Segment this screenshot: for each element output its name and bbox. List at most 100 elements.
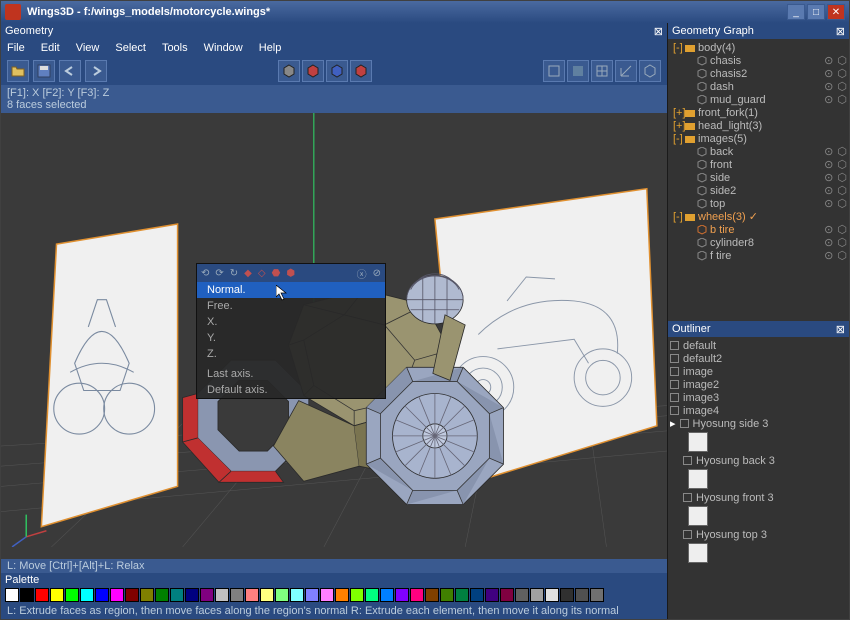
tree-row[interactable]: [-]images(5) (670, 132, 847, 145)
viewport[interactable]: x (1, 113, 667, 559)
ctx-undo-icon[interactable]: ⟲ (201, 268, 209, 279)
maximize-button[interactable]: □ (807, 4, 825, 20)
workmode-button[interactable] (543, 60, 565, 82)
tree-visibility-icons[interactable]: ⊙⬡ (824, 158, 847, 171)
open-button[interactable] (7, 60, 29, 82)
tree-row[interactable]: mud_guard⊙⬡ (670, 93, 847, 106)
tree-row[interactable]: cylinder8⊙⬡ (670, 236, 847, 249)
palette-swatch[interactable] (110, 588, 124, 602)
ctx-vertex-icon[interactable]: ◆ (244, 268, 252, 279)
palette-swatch[interactable] (320, 588, 334, 602)
tree-row[interactable]: chasis2⊙⬡ (670, 67, 847, 80)
menu-tools[interactable]: Tools (162, 42, 188, 54)
tree-visibility-icons[interactable]: ⊙⬡ (824, 93, 847, 106)
tree-row[interactable]: f tire⊙⬡ (670, 249, 847, 262)
titlebar[interactable]: Wings3D - f:/wings_models/motorcycle.win… (1, 1, 849, 23)
geometry-header[interactable]: Geometry ⊠ (1, 23, 667, 39)
outliner-row[interactable]: image4 (670, 404, 847, 417)
menu-window[interactable]: Window (204, 42, 243, 54)
grid-button[interactable] (591, 60, 613, 82)
palette-swatch[interactable] (530, 588, 544, 602)
palette-swatch[interactable] (35, 588, 49, 602)
tree-row[interactable]: top⊙⬡ (670, 197, 847, 210)
outliner-thumb-row[interactable] (670, 504, 847, 528)
selmode-button-3[interactable] (350, 60, 372, 82)
palette-swatch[interactable] (200, 588, 214, 602)
ctx-redo-icon[interactable]: ⟳ (215, 268, 223, 279)
tree-row[interactable]: side⊙⬡ (670, 171, 847, 184)
outliner-close-icon[interactable]: ⊠ (836, 323, 845, 336)
palette-swatch[interactable] (515, 588, 529, 602)
palette-swatch[interactable] (275, 588, 289, 602)
tree-visibility-icons[interactable]: ⊙⬡ (824, 145, 847, 158)
ctx-edge-icon[interactable]: ◇ (258, 268, 266, 279)
save-button[interactable] (33, 60, 55, 82)
geometry-graph[interactable]: [-]body(4)chasis⊙⬡chasis2⊙⬡dash⊙⬡mud_gua… (668, 39, 849, 321)
palette-swatch[interactable] (380, 588, 394, 602)
palette-swatch[interactable] (95, 588, 109, 602)
ctx-face-icon[interactable]: ⬣ (272, 268, 281, 279)
ctx-item[interactable]: Z. (197, 346, 385, 362)
ctx-item[interactable]: Normal. (197, 282, 385, 298)
palette-swatch[interactable] (500, 588, 514, 602)
palette-swatch[interactable] (575, 588, 589, 602)
outliner-row[interactable]: Hyosung back 3 (670, 454, 847, 467)
tree-row[interactable]: b tire⊙⬡ (670, 223, 847, 236)
palette-swatch[interactable] (455, 588, 469, 602)
palette-header[interactable]: Palette (1, 573, 667, 587)
palette-swatch[interactable] (5, 588, 19, 602)
tree-row[interactable]: [-]wheels(3) ✓ (670, 210, 847, 223)
ctx-x-icon[interactable]: ⓧ (357, 266, 367, 281)
outliner-row[interactable]: image2 (670, 378, 847, 391)
ctx-repeat-icon[interactable]: ↻ (230, 268, 238, 279)
flatshade-button[interactable] (567, 60, 589, 82)
palette-swatch[interactable] (545, 588, 559, 602)
tree-row[interactable]: front⊙⬡ (670, 158, 847, 171)
tree-row[interactable]: dash⊙⬡ (670, 80, 847, 93)
menu-edit[interactable]: Edit (41, 42, 60, 54)
outliner-thumb-row[interactable] (670, 541, 847, 565)
outliner-header[interactable]: Outliner ⊠ (668, 321, 849, 337)
undo-button[interactable] (59, 60, 81, 82)
menu-file[interactable]: File (7, 42, 25, 54)
ctx-item[interactable]: X. (197, 314, 385, 330)
palette-swatch[interactable] (440, 588, 454, 602)
tree-row[interactable]: [+]front_fork(1) (670, 106, 847, 119)
tree-visibility-icons[interactable]: ⊙⬡ (824, 171, 847, 184)
ctx-item[interactable]: Y. (197, 330, 385, 346)
tree-row[interactable]: back⊙⬡ (670, 145, 847, 158)
minimize-button[interactable]: _ (787, 4, 805, 20)
outliner-thumb-row[interactable] (670, 430, 847, 454)
palette-swatch[interactable] (245, 588, 259, 602)
palette-swatch[interactable] (185, 588, 199, 602)
tree-visibility-icons[interactable]: ⊙⬡ (824, 184, 847, 197)
ctx-item[interactable]: Last axis. (197, 366, 385, 382)
outliner-row[interactable]: image3 (670, 391, 847, 404)
palette-swatch[interactable] (140, 588, 154, 602)
persp-button[interactable] (639, 60, 661, 82)
outliner[interactable]: defaultdefault2imageimage2image3image4▸H… (668, 337, 849, 619)
palette-swatch[interactable] (215, 588, 229, 602)
selmode-button-2[interactable] (326, 60, 348, 82)
menu-select[interactable]: Select (115, 42, 146, 54)
palette-swatch[interactable] (80, 588, 94, 602)
palette-swatch[interactable] (155, 588, 169, 602)
tree-visibility-icons[interactable]: ⊙⬡ (824, 67, 847, 80)
outliner-row[interactable]: Hyosung top 3 (670, 528, 847, 541)
outliner-row[interactable]: ▸Hyosung side 3 (670, 417, 847, 430)
palette-swatch[interactable] (470, 588, 484, 602)
selmode-button-1[interactable] (302, 60, 324, 82)
tree-row[interactable]: [+]head_light(3) (670, 119, 847, 132)
palette-swatch[interactable] (305, 588, 319, 602)
palette-swatch[interactable] (125, 588, 139, 602)
tree-visibility-icons[interactable]: ⊙⬡ (824, 54, 847, 67)
ctx-body-icon[interactable]: ⬢ (286, 268, 295, 279)
menu-view[interactable]: View (76, 42, 100, 54)
outliner-row[interactable]: Hyosung front 3 (670, 491, 847, 504)
close-button[interactable]: ✕ (827, 4, 845, 20)
palette-swatch[interactable] (365, 588, 379, 602)
graph-close-icon[interactable]: ⊠ (836, 25, 845, 38)
redo-button[interactable] (85, 60, 107, 82)
axes-button[interactable] (615, 60, 637, 82)
selmode-button-0[interactable] (278, 60, 300, 82)
